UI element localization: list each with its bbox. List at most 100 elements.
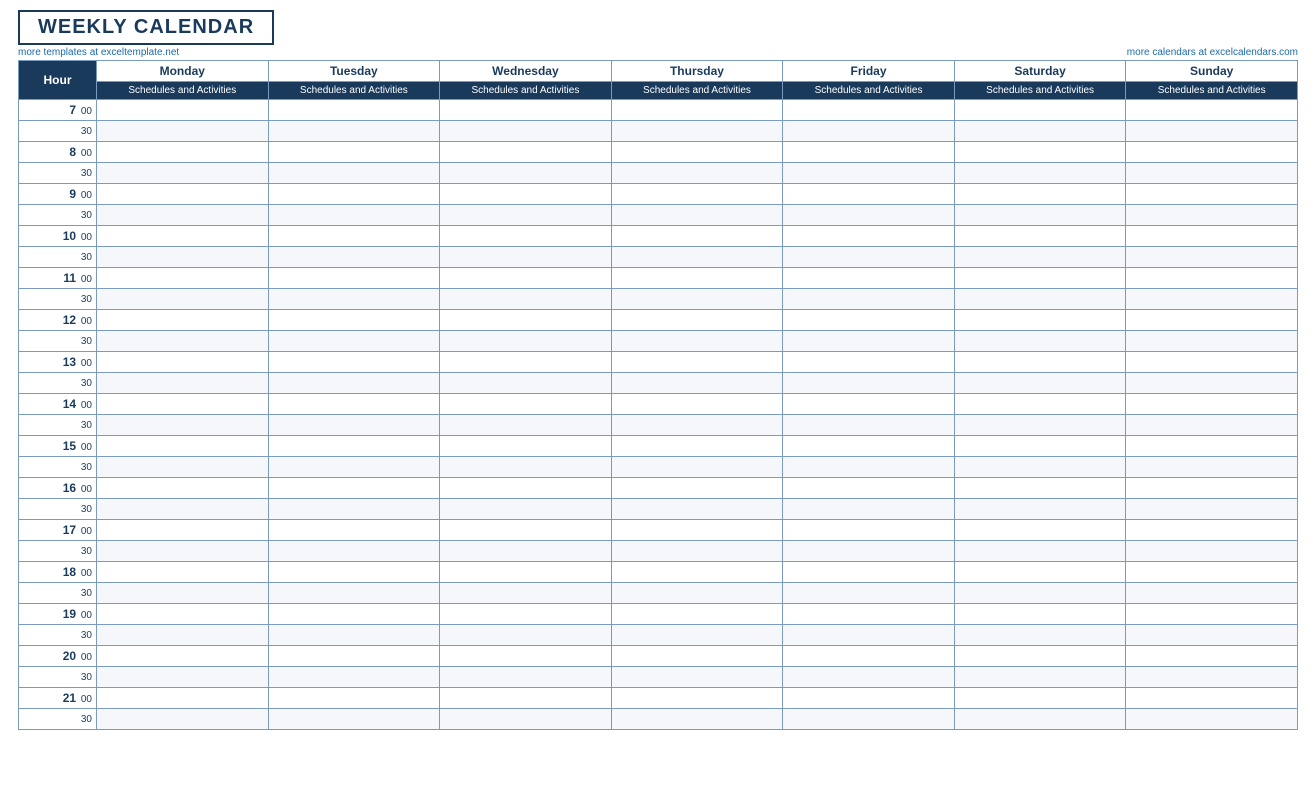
list-item[interactable] <box>783 289 955 310</box>
link-left[interactable]: more templates at exceltemplate.net <box>18 47 179 58</box>
list-item[interactable] <box>783 583 955 604</box>
list-item[interactable] <box>1126 667 1298 688</box>
list-item[interactable] <box>440 289 612 310</box>
list-item[interactable] <box>97 562 269 583</box>
list-item[interactable] <box>97 247 269 268</box>
list-item[interactable] <box>268 205 440 226</box>
list-item[interactable] <box>954 373 1126 394</box>
list-item[interactable] <box>268 268 440 289</box>
list-item[interactable] <box>440 268 612 289</box>
list-item[interactable] <box>1126 352 1298 373</box>
list-item[interactable] <box>783 226 955 247</box>
list-item[interactable] <box>268 163 440 184</box>
list-item[interactable] <box>440 562 612 583</box>
list-item[interactable] <box>954 184 1126 205</box>
list-item[interactable] <box>1126 562 1298 583</box>
list-item[interactable] <box>97 394 269 415</box>
list-item[interactable] <box>268 457 440 478</box>
list-item[interactable] <box>954 541 1126 562</box>
list-item[interactable] <box>954 499 1126 520</box>
list-item[interactable] <box>268 247 440 268</box>
list-item[interactable] <box>611 310 783 331</box>
list-item[interactable] <box>783 394 955 415</box>
list-item[interactable] <box>1126 625 1298 646</box>
list-item[interactable] <box>1126 583 1298 604</box>
list-item[interactable] <box>611 121 783 142</box>
list-item[interactable] <box>783 604 955 625</box>
list-item[interactable] <box>611 499 783 520</box>
list-item[interactable] <box>611 247 783 268</box>
list-item[interactable] <box>954 289 1126 310</box>
list-item[interactable] <box>440 205 612 226</box>
list-item[interactable] <box>268 394 440 415</box>
list-item[interactable] <box>611 646 783 667</box>
list-item[interactable] <box>954 709 1126 730</box>
list-item[interactable] <box>611 373 783 394</box>
list-item[interactable] <box>268 478 440 499</box>
list-item[interactable] <box>440 247 612 268</box>
list-item[interactable] <box>611 163 783 184</box>
list-item[interactable] <box>954 520 1126 541</box>
list-item[interactable] <box>1126 478 1298 499</box>
list-item[interactable] <box>783 457 955 478</box>
list-item[interactable] <box>268 625 440 646</box>
list-item[interactable] <box>440 709 612 730</box>
list-item[interactable] <box>954 562 1126 583</box>
list-item[interactable] <box>611 331 783 352</box>
list-item[interactable] <box>440 499 612 520</box>
list-item[interactable] <box>440 352 612 373</box>
list-item[interactable] <box>1126 373 1298 394</box>
list-item[interactable] <box>783 646 955 667</box>
list-item[interactable] <box>783 247 955 268</box>
list-item[interactable] <box>1126 415 1298 436</box>
list-item[interactable] <box>783 436 955 457</box>
list-item[interactable] <box>783 667 955 688</box>
list-item[interactable] <box>611 478 783 499</box>
list-item[interactable] <box>783 709 955 730</box>
list-item[interactable] <box>97 289 269 310</box>
list-item[interactable] <box>97 100 269 121</box>
list-item[interactable] <box>611 562 783 583</box>
list-item[interactable] <box>97 331 269 352</box>
list-item[interactable] <box>268 709 440 730</box>
list-item[interactable] <box>440 310 612 331</box>
list-item[interactable] <box>954 163 1126 184</box>
link-right[interactable]: more calendars at excelcalendars.com <box>1127 47 1298 58</box>
list-item[interactable] <box>97 415 269 436</box>
list-item[interactable] <box>611 625 783 646</box>
list-item[interactable] <box>97 667 269 688</box>
list-item[interactable] <box>268 646 440 667</box>
list-item[interactable] <box>97 688 269 709</box>
list-item[interactable] <box>783 415 955 436</box>
list-item[interactable] <box>783 478 955 499</box>
list-item[interactable] <box>97 709 269 730</box>
list-item[interactable] <box>611 583 783 604</box>
list-item[interactable] <box>440 394 612 415</box>
list-item[interactable] <box>97 352 269 373</box>
list-item[interactable] <box>1126 457 1298 478</box>
list-item[interactable] <box>611 226 783 247</box>
list-item[interactable] <box>783 331 955 352</box>
list-item[interactable] <box>611 667 783 688</box>
list-item[interactable] <box>611 289 783 310</box>
list-item[interactable] <box>954 604 1126 625</box>
list-item[interactable] <box>783 373 955 394</box>
list-item[interactable] <box>611 415 783 436</box>
list-item[interactable] <box>1126 331 1298 352</box>
list-item[interactable] <box>783 121 955 142</box>
list-item[interactable] <box>954 121 1126 142</box>
list-item[interactable] <box>440 436 612 457</box>
list-item[interactable] <box>611 394 783 415</box>
list-item[interactable] <box>611 142 783 163</box>
list-item[interactable] <box>268 226 440 247</box>
list-item[interactable] <box>268 604 440 625</box>
list-item[interactable] <box>783 268 955 289</box>
list-item[interactable] <box>783 625 955 646</box>
list-item[interactable] <box>440 520 612 541</box>
list-item[interactable] <box>268 688 440 709</box>
list-item[interactable] <box>268 562 440 583</box>
list-item[interactable] <box>440 331 612 352</box>
list-item[interactable] <box>97 541 269 562</box>
list-item[interactable] <box>440 625 612 646</box>
list-item[interactable] <box>440 457 612 478</box>
